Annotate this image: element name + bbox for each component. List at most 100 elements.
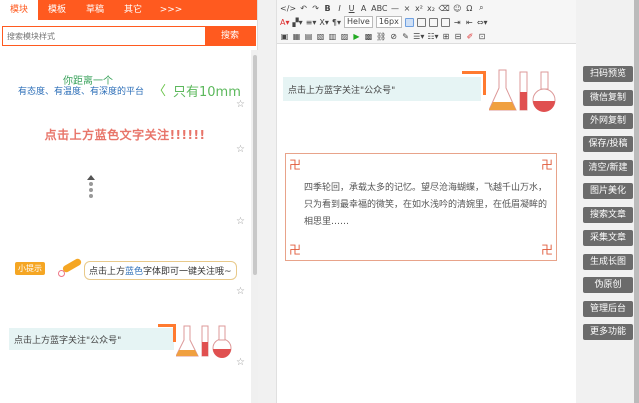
tab-other[interactable]: 其它 xyxy=(114,0,152,20)
tab-modules[interactable]: 模块 xyxy=(0,0,38,20)
font-family-select[interactable]: Helve xyxy=(344,16,373,28)
editor-follow-block[interactable]: 点击上方蓝字关注"公众号" xyxy=(283,77,483,101)
unlink-icon[interactable]: ⊘ xyxy=(389,32,398,41)
attachment-icon[interactable]: ▨ xyxy=(340,32,349,41)
follow-box: 点击上方蓝字关注"公众号" xyxy=(283,77,481,101)
follow-text: 点击上方蓝字关注"公众号" xyxy=(288,85,396,96)
indent-icon[interactable]: ⇥ xyxy=(453,18,462,27)
save-submit-button[interactable]: 保存/投稿 xyxy=(583,136,633,152)
template-distance[interactable]: 你距离一个 有态度、有温度、有深度的平台 〈 只有10mm xyxy=(15,70,245,110)
toolbar-row-2: A▾ ▞▾ ≡▾ X▾ ¶▾ Helve 16px ⇥ ⇤ ⇔▾ xyxy=(280,15,488,29)
ornament-corner-icon: 卍 xyxy=(540,243,553,257)
special-char-icon[interactable]: Ω xyxy=(465,4,474,13)
external-copy-button[interactable]: 外网复制 xyxy=(583,113,633,129)
align-justify-icon[interactable] xyxy=(440,17,450,27)
outdent-icon[interactable]: ⇤ xyxy=(465,18,474,27)
bold-icon[interactable]: B xyxy=(323,4,332,13)
font-color-icon[interactable]: A▾ xyxy=(280,18,290,27)
tab-drafts[interactable]: 草稿 xyxy=(76,0,114,20)
subscript-icon[interactable]: x₂ xyxy=(427,4,436,13)
template-tip[interactable]: 点击上方蓝色字体即可一键关注哦~ xyxy=(84,261,237,280)
search-bar: 搜索 xyxy=(2,26,256,46)
font-border-icon[interactable]: A xyxy=(359,4,368,13)
toolbar-row-3: ▣ ▦ ▤ ▧ ▥ ▨ ▶ ▩ ⛓ ⊘ ✎ ☰▾ ☷▾ ⊞ ⊟ ✐ ⊡ xyxy=(280,29,487,43)
superscript-menu-icon[interactable]: X▾ xyxy=(319,18,329,27)
map-icon[interactable]: ▧ xyxy=(316,32,325,41)
align-center-icon[interactable] xyxy=(416,17,426,27)
template-follow-red[interactable]: 点击上方蓝色文字关注!!!!!! xyxy=(0,126,250,143)
paragraph-icon[interactable]: ¶▾ xyxy=(332,18,341,27)
background-color-icon[interactable]: ▞▾ xyxy=(293,18,303,27)
emoji-icon[interactable]: ☺ xyxy=(453,4,462,13)
sidebar-edge xyxy=(634,0,639,403)
link-image-icon[interactable]: ▦ xyxy=(292,32,301,41)
select-all-icon[interactable]: ⊡ xyxy=(478,32,487,41)
ornament-corner-icon: 卍 xyxy=(289,243,302,257)
brush-icon[interactable]: ✐ xyxy=(466,32,475,41)
clear-new-button[interactable]: 清空/新建 xyxy=(583,160,633,176)
line-height-icon[interactable]: ≡▾ xyxy=(306,18,317,27)
tab-more[interactable]: >>> xyxy=(152,0,190,20)
html-icon[interactable]: </> xyxy=(280,4,296,13)
long-image-button[interactable]: 生成长图 xyxy=(583,254,633,270)
search-article-button[interactable]: 搜索文章 xyxy=(583,207,633,223)
arrow-up-icon xyxy=(87,175,95,180)
tip-tag: 小提示 xyxy=(15,262,45,275)
ordered-list-icon[interactable]: ☷▾ xyxy=(427,32,438,41)
favorite-star-icon[interactable]: ☆ xyxy=(236,357,245,368)
layout-icon[interactable]: ▩ xyxy=(364,32,373,41)
underline-icon[interactable]: U xyxy=(347,4,356,13)
table-icon[interactable]: ⊞ xyxy=(442,32,451,41)
more-functions-button[interactable]: 更多功能 xyxy=(583,324,633,340)
panel-scrollbar[interactable] xyxy=(253,55,257,275)
follow-text: 点击上方蓝字关注"公众号" xyxy=(14,335,122,346)
drop-icon xyxy=(58,270,65,277)
editor-area: </> ↶ ↷ B I U A ABC — × x² x₂ ⌫ ☺ Ω ⌕ A▾… xyxy=(276,0,577,403)
collect-article-button[interactable]: 采集文章 xyxy=(583,230,633,246)
editor-poem-block[interactable]: 卍 卍 卍 卍 四季轮回，承载太多的记忆。望尽沧海蝴蝶，飞越千山万水，只为看到最… xyxy=(285,153,557,261)
letter-spacing-icon[interactable]: ⇔▾ xyxy=(477,18,488,27)
font-size-select[interactable]: 16px xyxy=(375,16,402,28)
remove-format-icon[interactable]: × xyxy=(403,4,412,13)
link-icon[interactable]: ⛓ xyxy=(376,32,386,41)
horizontal-rule-icon[interactable]: — xyxy=(391,4,400,13)
video-icon[interactable]: ▶ xyxy=(352,32,361,41)
bracket-icon: 〈 xyxy=(153,84,167,99)
template-arrow-dots[interactable] xyxy=(86,175,96,198)
eraser-icon[interactable]: ⌫ xyxy=(439,4,450,13)
favorite-star-icon[interactable]: ☆ xyxy=(236,99,245,110)
search-button[interactable]: 搜索 xyxy=(205,27,255,45)
strikethrough-icon[interactable]: ABC xyxy=(371,4,387,13)
dot-icon xyxy=(89,194,93,198)
superscript-icon[interactable]: x² xyxy=(415,4,424,13)
italic-icon[interactable]: I xyxy=(335,4,344,13)
corner-decoration xyxy=(158,324,176,342)
tip-text-pre: 点击上方 xyxy=(89,267,126,277)
favorite-star-icon[interactable]: ☆ xyxy=(236,144,245,155)
admin-button[interactable]: 管理后台 xyxy=(583,301,633,317)
undo-icon[interactable]: ↶ xyxy=(299,4,308,13)
table-props-icon[interactable]: ⊟ xyxy=(454,32,463,41)
search-replace-icon[interactable]: ⌕ xyxy=(477,3,486,13)
favorite-star-icon[interactable]: ☆ xyxy=(236,286,245,297)
search-input[interactable] xyxy=(3,27,205,45)
template-big-text: 只有10mm xyxy=(173,85,241,100)
favorite-star-icon[interactable]: ☆ xyxy=(236,216,245,227)
ornament-corner-icon: 卍 xyxy=(289,158,302,172)
format-brush-icon[interactable]: ✎ xyxy=(401,32,410,41)
template-line: 有态度、有温度、有深度的平台 xyxy=(18,87,145,97)
redo-icon[interactable]: ↷ xyxy=(311,4,320,13)
unordered-list-icon[interactable]: ☰▾ xyxy=(413,32,424,41)
align-left-icon[interactable] xyxy=(404,17,414,27)
image-beautify-button[interactable]: 图片美化 xyxy=(583,183,633,199)
corner-decoration xyxy=(462,71,486,95)
insert-table-icon[interactable]: ▤ xyxy=(304,32,313,41)
code-icon[interactable]: ▥ xyxy=(328,32,337,41)
wechat-copy-button[interactable]: 微信复制 xyxy=(583,90,633,106)
image-icon[interactable]: ▣ xyxy=(280,32,289,41)
pseudo-original-button[interactable]: 伪原创 xyxy=(583,277,633,293)
tab-templates[interactable]: 模板 xyxy=(38,0,76,20)
template-follow-lab[interactable]: 点击上方蓝字关注"公众号" xyxy=(9,328,174,350)
align-right-icon[interactable] xyxy=(428,17,438,27)
scan-preview-button[interactable]: 扫码预览 xyxy=(583,66,633,82)
